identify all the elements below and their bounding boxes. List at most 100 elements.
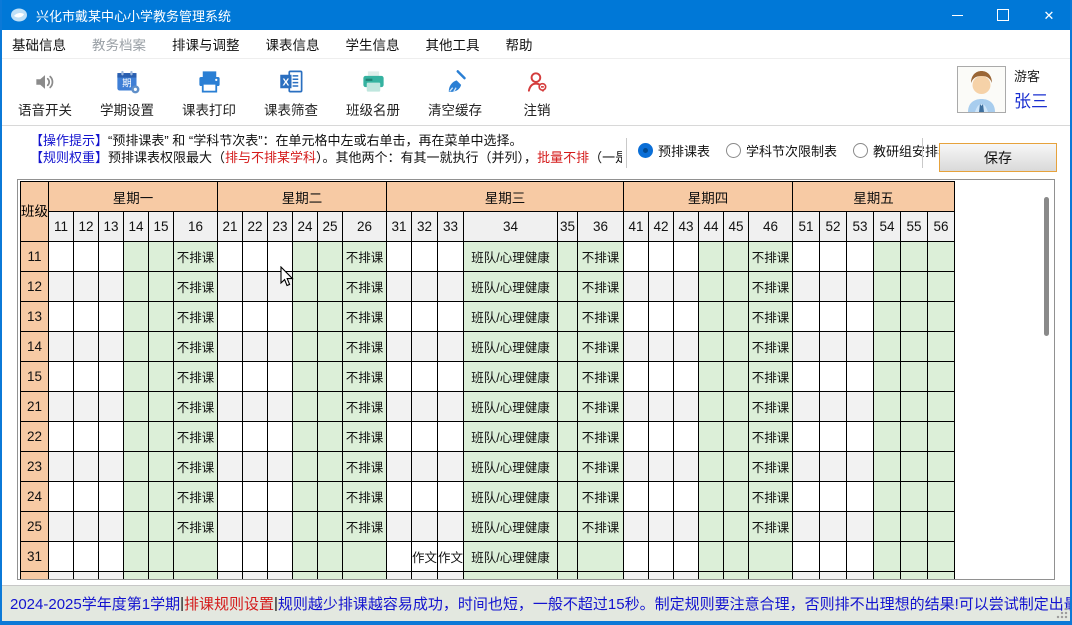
schedule-cell[interactable] <box>124 482 149 512</box>
schedule-cell[interactable] <box>820 392 847 422</box>
schedule-cell[interactable] <box>268 572 293 581</box>
schedule-cell[interactable] <box>699 302 724 332</box>
resize-grip[interactable] <box>1056 607 1068 619</box>
schedule-cell[interactable] <box>928 512 955 542</box>
schedule-cell[interactable] <box>99 512 124 542</box>
schedule-cell[interactable] <box>318 542 343 572</box>
schedule-cell[interactable] <box>99 332 124 362</box>
schedule-cell[interactable] <box>149 392 174 422</box>
schedule-cell[interactable] <box>293 302 318 332</box>
schedule-cell[interactable] <box>293 242 318 272</box>
schedule-cell[interactable] <box>649 572 674 581</box>
schedule-cell[interactable]: 不排课 <box>343 452 387 482</box>
schedule-cell[interactable] <box>218 272 243 302</box>
schedule-cell[interactable] <box>124 362 149 392</box>
schedule-cell[interactable] <box>820 362 847 392</box>
schedule-cell[interactable] <box>218 362 243 392</box>
schedule-cell[interactable] <box>243 512 268 542</box>
schedule-cell[interactable] <box>901 452 928 482</box>
schedule-cell[interactable] <box>318 422 343 452</box>
schedule-cell[interactable] <box>558 272 578 302</box>
schedule-cell[interactable] <box>438 452 464 482</box>
schedule-cell[interactable] <box>218 332 243 362</box>
schedule-cell[interactable] <box>793 542 820 572</box>
schedule-cell[interactable]: 班队/心理健康 <box>464 452 558 482</box>
schedule-cell[interactable] <box>293 392 318 422</box>
schedule-cell[interactable] <box>387 572 412 581</box>
save-button[interactable]: 保存 <box>939 143 1057 172</box>
schedule-cell[interactable] <box>649 452 674 482</box>
schedule-cell[interactable] <box>649 422 674 452</box>
minimize-button[interactable] <box>934 0 980 30</box>
schedule-cell[interactable] <box>724 272 749 302</box>
schedule-cell[interactable] <box>74 272 99 302</box>
schedule-cell[interactable] <box>874 542 901 572</box>
schedule-cell[interactable] <box>174 542 218 572</box>
schedule-cell[interactable] <box>438 422 464 452</box>
schedule-cell[interactable] <box>674 542 699 572</box>
schedule-cell[interactable]: 不排课 <box>749 392 793 422</box>
schedule-cell[interactable] <box>820 482 847 512</box>
schedule-cell[interactable] <box>412 512 438 542</box>
schedule-cell[interactable]: 班队/心理健康 <box>464 392 558 422</box>
schedule-cell[interactable] <box>928 422 955 452</box>
schedule-cell[interactable] <box>558 542 578 572</box>
schedule-cell[interactable] <box>268 512 293 542</box>
schedule-cell[interactable] <box>149 482 174 512</box>
schedule-cell[interactable] <box>901 242 928 272</box>
schedule-cell[interactable] <box>387 302 412 332</box>
schedule-cell[interactable] <box>124 542 149 572</box>
schedule-cell[interactable] <box>928 242 955 272</box>
schedule-cell[interactable] <box>901 572 928 581</box>
schedule-cell[interactable] <box>624 362 649 392</box>
schedule-cell[interactable] <box>649 272 674 302</box>
schedule-cell[interactable]: 不排课 <box>749 482 793 512</box>
schedule-cell[interactable] <box>674 392 699 422</box>
schedule-cell[interactable] <box>218 452 243 482</box>
schedule-cell[interactable] <box>218 422 243 452</box>
schedule-cell[interactable] <box>293 512 318 542</box>
schedule-cell[interactable] <box>49 332 74 362</box>
schedule-cell[interactable] <box>820 512 847 542</box>
schedule-cell[interactable] <box>649 542 674 572</box>
schedule-cell[interactable] <box>49 572 74 581</box>
toolbar-button-term-settings[interactable]: 期学期设置 <box>96 66 158 119</box>
schedule-cell[interactable]: 班队/心理健康 <box>464 482 558 512</box>
schedule-cell[interactable] <box>874 512 901 542</box>
menu-item-scheduling-adjust[interactable]: 排课与调整 <box>172 34 240 54</box>
schedule-cell[interactable] <box>387 422 412 452</box>
schedule-cell[interactable] <box>874 332 901 362</box>
schedule-cell[interactable] <box>674 452 699 482</box>
toolbar-button-clear-cache[interactable]: 清空缓存 <box>424 66 486 119</box>
schedule-cell[interactable] <box>243 332 268 362</box>
schedule-cell[interactable]: 不排课 <box>343 332 387 362</box>
schedule-cell[interactable] <box>649 512 674 542</box>
schedule-cell[interactable]: 不排课 <box>343 392 387 422</box>
schedule-cell[interactable] <box>699 272 724 302</box>
schedule-cell[interactable] <box>268 332 293 362</box>
schedule-cell[interactable] <box>124 512 149 542</box>
schedule-cell[interactable] <box>387 332 412 362</box>
schedule-cell[interactable] <box>218 512 243 542</box>
schedule-cell[interactable] <box>847 362 874 392</box>
schedule-cell[interactable] <box>387 482 412 512</box>
schedule-cell[interactable] <box>243 272 268 302</box>
schedule-cell[interactable] <box>268 362 293 392</box>
schedule-cell[interactable]: 不排课 <box>749 302 793 332</box>
schedule-cell[interactable]: 班队/心理健康 <box>464 512 558 542</box>
schedule-cell[interactable]: 不排课 <box>749 272 793 302</box>
schedule-cell[interactable]: 不排课 <box>749 242 793 272</box>
schedule-cell[interactable] <box>624 272 649 302</box>
schedule-cell[interactable] <box>243 422 268 452</box>
schedule-cell[interactable] <box>558 482 578 512</box>
schedule-cell[interactable] <box>699 392 724 422</box>
schedule-cell[interactable] <box>674 482 699 512</box>
schedule-cell[interactable]: 作文 <box>438 542 464 572</box>
schedule-cell[interactable] <box>124 242 149 272</box>
schedule-cell[interactable] <box>558 302 578 332</box>
schedule-cell[interactable] <box>724 572 749 581</box>
schedule-cell[interactable] <box>318 302 343 332</box>
schedule-cell[interactable] <box>793 512 820 542</box>
schedule-cell[interactable] <box>293 332 318 362</box>
schedule-cell[interactable] <box>412 362 438 392</box>
